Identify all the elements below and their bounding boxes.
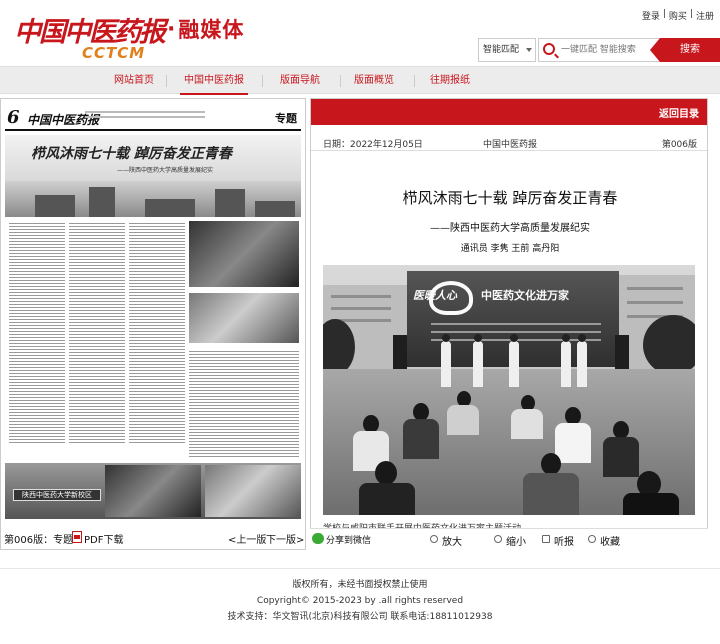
- zoom-in-icon[interactable]: [430, 535, 438, 543]
- article-photo[interactable]: 医暖人心 中医药文化进万家: [323, 265, 695, 515]
- zoom-out-button[interactable]: 缩小: [506, 533, 526, 548]
- search-icon: [543, 43, 555, 55]
- listen-icon[interactable]: [542, 535, 550, 543]
- search-area: 智能匹配 搜索: [478, 38, 720, 62]
- article-page: 第006版: [661, 140, 697, 150]
- footer-support: 技术支持：华文智讯(北京)科技有限公司 联系电话:18811012938: [227, 612, 493, 622]
- paper-text-columns-right: [189, 349, 299, 459]
- nav-divider: [166, 75, 167, 87]
- site-header: 中国中医药报 · 融媒体 CCTCM 登录 | 购买 | 注册 智能匹配 搜索: [0, 0, 720, 66]
- current-page-label: 第006版：专题: [4, 535, 74, 546]
- paper-meta-lines: [85, 111, 205, 121]
- paper-subheadline: ——陕西中医药大学高质量发展纪实: [117, 167, 214, 174]
- paper-banner-caption: 陕西中医药大学新校区: [13, 489, 101, 501]
- nav-item-home[interactable]: 网站首页: [104, 67, 164, 95]
- nav-divider: [262, 75, 263, 87]
- footer-copyright: Copyright© 2015-2023 by .all rights rese…: [256, 596, 464, 606]
- search-button[interactable]: 搜索: [650, 38, 720, 62]
- logo-dot: ·: [167, 16, 176, 42]
- share-wechat-button[interactable]: 分享到微信: [326, 533, 371, 546]
- favorite-button[interactable]: 收藏: [600, 533, 620, 548]
- link-separator: |: [689, 9, 693, 19]
- logo-sub-text: 融媒体: [178, 17, 245, 42]
- article-title: 栉风沐雨七十载 踔厉奋发正青春: [402, 189, 618, 207]
- nav-item-past-issues[interactable]: 往期报纸: [422, 67, 478, 95]
- article-panel: 返回目录 日期：2022年12月05日 中国中医药报 第006版 栉风沐雨七十载…: [310, 98, 708, 550]
- search-input[interactable]: [561, 42, 657, 58]
- article-meta: 日期：2022年12月05日 中国中医药报 第006版: [311, 133, 707, 151]
- photo-stage-slogan: 医暖人心: [413, 289, 457, 302]
- paper-photo-stage: [189, 221, 299, 287]
- zoom-out-icon[interactable]: [494, 535, 502, 543]
- newspaper-page-panel: 6 中国中医药报 专题 栉风沐雨七十载 踔厉奋发正青春 ——陕西中医药大学高质量…: [0, 98, 306, 550]
- register-link[interactable]: 注册: [696, 9, 714, 22]
- logo-main-text: 中国中医药报: [14, 16, 166, 48]
- newspaper-page-image[interactable]: 6 中国中医药报 专题 栉风沐雨七十载 踔厉奋发正青春 ——陕西中医药大学高质量…: [5, 105, 301, 519]
- site-logo[interactable]: 中国中医药报 · 融媒体: [14, 12, 245, 48]
- paper-photo-campus: [189, 293, 299, 343]
- article-header-bar: 返回目录: [311, 99, 707, 125]
- paper-campus-photo: [5, 181, 301, 217]
- buy-link[interactable]: 购买: [669, 9, 687, 22]
- paper-page-number: 6: [7, 107, 20, 128]
- paper-headline-block: 栉风沐雨七十载 踔厉奋发正青春 ——陕西中医药大学高质量发展纪实: [5, 135, 301, 183]
- wechat-icon[interactable]: [312, 533, 324, 544]
- account-links: 登录 | 购买 | 注册: [642, 9, 714, 22]
- nav-item-newspaper[interactable]: 中国中医药报: [180, 67, 248, 95]
- paper-text-columns: [9, 221, 185, 443]
- article-toolbar: 分享到微信 放大 缩小 听报 收藏: [310, 528, 708, 550]
- paper-headline: 栉风沐雨七十载 踔厉奋发正青春: [31, 146, 232, 162]
- paper-section: 专题: [275, 112, 297, 125]
- back-to-toc-button[interactable]: 返回目录: [659, 105, 699, 120]
- cctcm-mark-text: CCTCM: [82, 44, 146, 62]
- link-separator: |: [662, 9, 666, 19]
- article-subtitle: ——陕西中医药大学高质量发展纪实: [430, 223, 590, 234]
- nav-item-page-overview[interactable]: 版面概览: [346, 67, 402, 95]
- footer-rights: 版权所有，未经书面授权禁止使用: [292, 580, 428, 590]
- page-navigation-bar: 第006版：专题 PDF下载 <上一版 下一版>: [0, 528, 306, 548]
- search-mode-select[interactable]: 智能匹配: [478, 38, 536, 62]
- paper-photo-performance: [205, 465, 301, 517]
- site-footer: 版权所有，未经书面授权禁止使用 Copyright© 2015-2023 by …: [0, 568, 720, 644]
- paper-masthead: 6 中国中医药报 专题: [5, 105, 301, 131]
- article-date: 日期：2022年12月05日: [323, 140, 423, 150]
- listen-button[interactable]: 听报: [554, 533, 574, 548]
- nav-divider: [340, 75, 341, 87]
- login-link[interactable]: 登录: [642, 9, 660, 22]
- paper-photo-ceremony: [105, 465, 201, 517]
- favorite-icon[interactable]: [588, 535, 596, 543]
- search-box: [538, 38, 660, 62]
- chevron-down-icon: [526, 48, 532, 52]
- nav-divider: [414, 75, 415, 87]
- pdf-icon[interactable]: [72, 531, 82, 543]
- main-nav: 网站首页 中国中医药报 版面导航 版面概览 往期报纸: [0, 66, 720, 95]
- cctcm-logo-mark: CCTCM: [82, 44, 145, 62]
- photo-stage-title: 中医药文化进万家: [481, 289, 569, 302]
- search-mode-value: 智能匹配: [483, 45, 520, 55]
- pdf-download-link[interactable]: PDF下载: [84, 531, 123, 546]
- zoom-in-button[interactable]: 放大: [442, 533, 462, 548]
- next-page-link[interactable]: 下一版>: [266, 531, 304, 546]
- prev-page-link[interactable]: <上一版: [228, 531, 266, 546]
- nav-item-page-nav[interactable]: 版面导航: [272, 67, 328, 95]
- article-paper-name: 中国中医药报: [483, 140, 538, 150]
- article-authors: 通讯员 李隽 王前 高丹阳: [460, 244, 560, 254]
